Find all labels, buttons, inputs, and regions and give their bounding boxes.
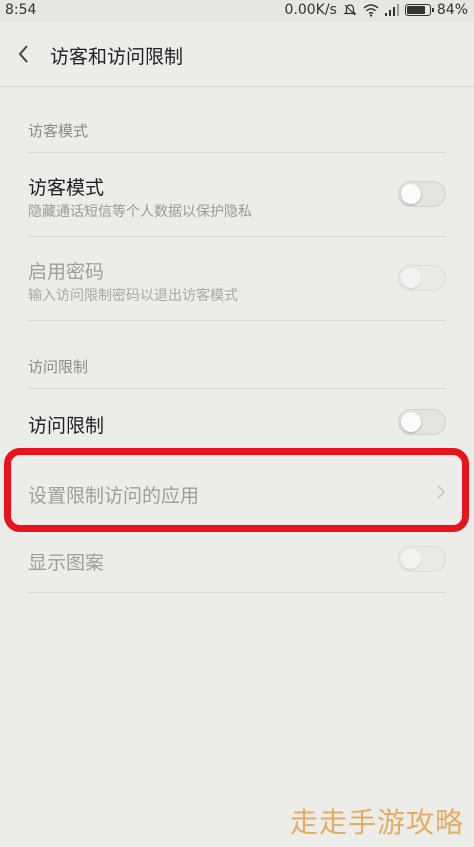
row-title: 显示图案 (28, 552, 105, 574)
mute-bell-icon (343, 3, 357, 17)
row-title: 启用密码 (28, 261, 105, 283)
enable-password-toggle[interactable] (398, 265, 446, 291)
wifi-icon (363, 3, 379, 17)
signal-icon (384, 4, 399, 16)
watermark: 走走手游攻略 (289, 806, 464, 839)
guest-mode-toggle[interactable] (398, 181, 446, 207)
row-guest-mode[interactable]: 访客模式 隐藏通话短信等个人数据以保护隐私 (0, 153, 474, 236)
divider (28, 320, 446, 321)
row-enable-password[interactable]: 启用密码 输入访问限制密码以退出访客模式 (0, 237, 474, 320)
row-title: 访客模式 (28, 177, 105, 199)
row-title: 设置限制访问的应用 (28, 485, 200, 507)
row-access-restriction[interactable]: 访问限制 (0, 389, 474, 457)
access-restriction-toggle[interactable] (398, 409, 446, 435)
row-title: 访问限制 (28, 415, 105, 437)
row-subtitle: 输入访问限制密码以退出访客模式 (28, 288, 238, 304)
back-arrow-icon[interactable] (14, 42, 36, 66)
row-show-pattern[interactable]: 显示图案 (0, 526, 474, 592)
divider (28, 592, 446, 593)
network-speed: 0.00K/s (284, 2, 337, 18)
battery-icon (404, 4, 434, 16)
show-pattern-toggle[interactable] (398, 546, 446, 572)
status-right-group: 0.00K/s 84% (285, 2, 469, 18)
status-bar: 8:54 0.00K/s 84% (0, 0, 474, 22)
row-subtitle: 隐藏通话短信等个人数据以保护隐私 (28, 204, 252, 220)
status-time: 8:54 (5, 2, 37, 18)
row-set-restricted-apps[interactable]: 设置限制访问的应用 (0, 457, 474, 525)
section-label-guest: 访客模式 (28, 122, 89, 140)
chevron-right-icon (436, 484, 446, 500)
section-label-access: 访问限制 (28, 358, 89, 376)
battery-percent: 84% (436, 2, 468, 18)
page-title: 访客和访问限制 (50, 46, 184, 68)
title-bar: 访客和访问限制 (0, 22, 474, 87)
